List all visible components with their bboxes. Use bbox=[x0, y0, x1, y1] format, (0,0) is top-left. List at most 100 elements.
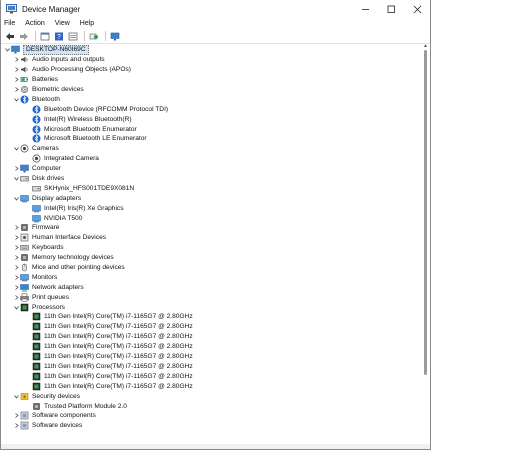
tree-device-item[interactable]: 11th Gen Intel(R) Core(TM) i7-1165G7 @ 2… bbox=[1, 342, 423, 352]
menu-help[interactable]: Help bbox=[80, 20, 94, 27]
bluetooth-icon bbox=[32, 105, 41, 114]
tree-category-bluetooth[interactable]: Bluetooth bbox=[1, 94, 423, 104]
tree-category-batteries[interactable]: Batteries bbox=[1, 75, 423, 85]
tree-category-human-interface-devices[interactable]: Human Interface Devices bbox=[1, 233, 423, 243]
expand-chevron-icon[interactable] bbox=[13, 233, 20, 242]
tree-device-item[interactable]: 11th Gen Intel(R) Core(TM) i7-1165G7 @ 2… bbox=[1, 332, 423, 342]
tree-category-computer[interactable]: Computer bbox=[1, 164, 423, 174]
scan-hardware-button[interactable] bbox=[88, 31, 100, 42]
tree-device-item[interactable]: Integrated Camera bbox=[1, 154, 423, 164]
tree-item-label: SKHynix_HFS001TDE9X081N bbox=[44, 184, 135, 192]
view-button[interactable] bbox=[67, 31, 79, 42]
monitor-button[interactable] bbox=[109, 31, 121, 42]
display-icon bbox=[20, 194, 29, 203]
collapse-chevron-icon[interactable] bbox=[13, 174, 20, 183]
tree-category-processors[interactable]: Processors bbox=[1, 302, 423, 312]
tree-device-item[interactable]: 11th Gen Intel(R) Core(TM) i7-1165G7 @ 2… bbox=[1, 371, 423, 381]
monitor-icon bbox=[110, 32, 120, 40]
display-icon bbox=[20, 273, 29, 282]
tree-category-keyboards[interactable]: Keyboards bbox=[1, 243, 423, 253]
tree-item-label: Human Interface Devices bbox=[32, 234, 107, 242]
tree-category-biometric-devices[interactable]: Biometric devices bbox=[1, 85, 423, 95]
tree-device-item[interactable]: Bluetooth Device (RFCOMM Protocol TDI) bbox=[1, 104, 423, 114]
expand-chevron-icon[interactable] bbox=[13, 65, 20, 74]
tree-item-label: Microsoft Bluetooth LE Enumerator bbox=[44, 135, 147, 143]
tree-device-item[interactable]: Intel(R) Wireless Bluetooth(R) bbox=[1, 114, 423, 124]
menu-view[interactable]: View bbox=[55, 20, 70, 27]
minimize-button[interactable] bbox=[352, 0, 378, 18]
tree-device-item[interactable]: 11th Gen Intel(R) Core(TM) i7-1165G7 @ 2… bbox=[1, 312, 423, 322]
expand-chevron-icon[interactable] bbox=[13, 263, 20, 272]
expand-chevron-icon[interactable] bbox=[13, 293, 20, 302]
tree-device-item[interactable]: 11th Gen Intel(R) Core(TM) i7-1165G7 @ 2… bbox=[1, 352, 423, 362]
tree-category-print-queues[interactable]: Print queues bbox=[1, 292, 423, 302]
tree-category-software-devices[interactable]: Software devices bbox=[1, 421, 423, 431]
menu-action[interactable]: Action bbox=[25, 20, 44, 27]
tree-root[interactable]: DESKTOP-N60I69C bbox=[1, 45, 423, 55]
expand-chevron-icon[interactable] bbox=[13, 421, 20, 430]
collapse-chevron-icon[interactable] bbox=[13, 392, 20, 401]
expand-chevron-icon[interactable] bbox=[13, 273, 20, 282]
expand-chevron-icon[interactable] bbox=[13, 283, 20, 292]
tree-device-item[interactable]: Microsoft Bluetooth Enumerator bbox=[1, 124, 423, 134]
tree-item-label: Memory technology devices bbox=[32, 254, 114, 262]
expand-chevron-icon[interactable] bbox=[13, 164, 20, 173]
cpu-icon bbox=[32, 312, 41, 321]
tree-device-item[interactable]: Microsoft Bluetooth LE Enumerator bbox=[1, 134, 423, 144]
expand-chevron-icon[interactable] bbox=[13, 85, 20, 94]
scan-hardware-icon bbox=[89, 33, 98, 39]
tree-category-firmware[interactable]: Firmware bbox=[1, 223, 423, 233]
tree-category-mice-and-other-pointing-devices[interactable]: Mice and other pointing devices bbox=[1, 263, 423, 273]
scrollbar-thumb[interactable] bbox=[424, 50, 427, 375]
back-button[interactable] bbox=[4, 31, 16, 42]
tree-item-label: Integrated Camera bbox=[44, 155, 99, 163]
tree-category-network-adapters[interactable]: Network adapters bbox=[1, 282, 423, 292]
tree-device-item[interactable]: SKHynix_HFS001TDE9X081N bbox=[1, 183, 423, 193]
maximize-button[interactable] bbox=[378, 0, 404, 18]
tree-category-memory-technology-devices[interactable]: Memory technology devices bbox=[1, 253, 423, 263]
tree-category-security-devices[interactable]: Security devices bbox=[1, 391, 423, 401]
tree-category-cameras[interactable]: Cameras bbox=[1, 144, 423, 154]
help-button[interactable]: ? bbox=[53, 31, 65, 42]
tree-item-label: Security devices bbox=[32, 392, 81, 400]
tree-category-audio-inputs-and-outputs[interactable]: Audio inputs and outputs bbox=[1, 55, 423, 65]
vertical-scrollbar[interactable]: ▲ bbox=[422, 43, 429, 440]
help-icon: ? bbox=[55, 32, 63, 41]
properties-button[interactable] bbox=[39, 31, 51, 42]
tree-device-item[interactable]: 11th Gen Intel(R) Core(TM) i7-1165G7 @ 2… bbox=[1, 362, 423, 372]
collapse-chevron-icon[interactable] bbox=[13, 194, 20, 203]
menu-file[interactable]: File bbox=[4, 20, 15, 27]
tree-device-item[interactable]: 11th Gen Intel(R) Core(TM) i7-1165G7 @ 2… bbox=[1, 322, 423, 332]
expand-chevron-icon[interactable] bbox=[13, 253, 20, 262]
tree-device-item[interactable]: Trusted Platform Module 2.0 bbox=[1, 401, 423, 411]
tree-item-label: Microsoft Bluetooth Enumerator bbox=[44, 125, 137, 133]
expand-chevron-icon[interactable] bbox=[13, 223, 20, 232]
tree-item-label: Monitors bbox=[32, 273, 58, 281]
expand-chevron-icon[interactable] bbox=[13, 75, 20, 84]
expand-chevron-icon[interactable] bbox=[13, 411, 20, 420]
tree-category-software-components[interactable]: Software components bbox=[1, 411, 423, 421]
tree-category-disk-drives[interactable]: Disk drives bbox=[1, 174, 423, 184]
collapse-chevron-icon[interactable] bbox=[13, 303, 20, 312]
device-tree: DESKTOP-N60I69C Audio inputs and outputs A… bbox=[1, 45, 423, 445]
scroll-up-icon[interactable]: ▲ bbox=[422, 43, 429, 49]
tree-device-item[interactable]: Intel(R) Iris(R) Xe Graphics bbox=[1, 203, 423, 213]
collapse-chevron-icon[interactable] bbox=[13, 144, 20, 153]
toolbar-separator bbox=[105, 31, 106, 41]
tree-category-monitors[interactable]: Monitors bbox=[1, 272, 423, 282]
close-button[interactable] bbox=[404, 0, 430, 18]
tree-device-item[interactable]: NVIDIA T500 bbox=[1, 213, 423, 223]
tree-category-audio-processing-objects-apos[interactable]: Audio Processing Objects (APOs) bbox=[1, 65, 423, 75]
maximize-icon bbox=[387, 5, 395, 13]
collapse-chevron-icon[interactable] bbox=[13, 95, 20, 104]
tree-category-display-adapters[interactable]: Display adapters bbox=[1, 193, 423, 203]
expand-chevron-icon[interactable] bbox=[13, 243, 20, 252]
forward-button[interactable] bbox=[18, 31, 30, 42]
tree-item-label: Disk drives bbox=[32, 175, 65, 183]
network-icon bbox=[20, 283, 29, 292]
tree-device-item[interactable]: 11th Gen Intel(R) Core(TM) i7-1165G7 @ 2… bbox=[1, 381, 423, 391]
expand-chevron-icon[interactable] bbox=[13, 55, 20, 64]
menu-bar: File Action View Help bbox=[1, 18, 430, 29]
collapse-chevron-icon[interactable] bbox=[4, 45, 11, 54]
